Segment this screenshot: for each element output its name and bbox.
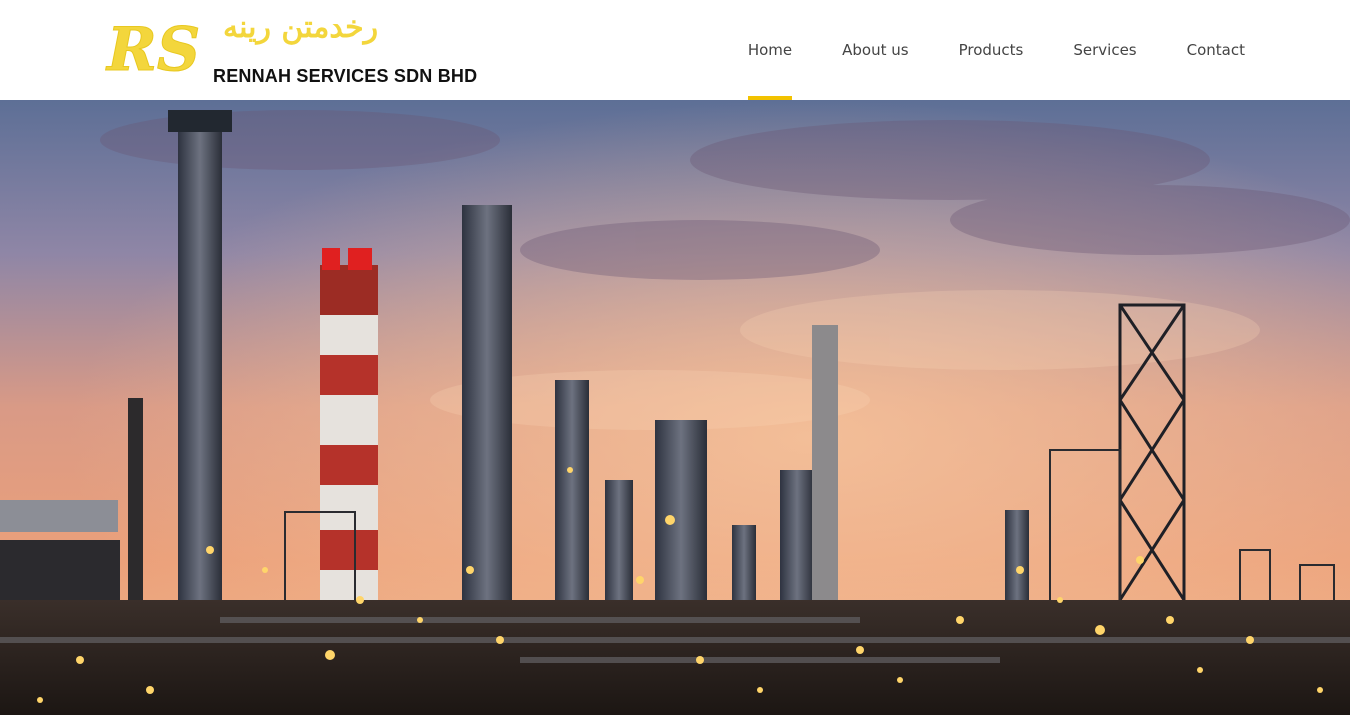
- nav-about-us[interactable]: About us: [842, 0, 908, 100]
- site-header: RS ﺭﺧﺪﻣﺘﻦ ﺭﻳﻨﻪ RENNAH SERVICES SDN BHD H…: [0, 0, 1350, 100]
- nav-home[interactable]: Home: [747, 0, 793, 100]
- main-navigation: Home About us Products Services Contact: [698, 0, 1245, 100]
- nav-services[interactable]: Services: [1073, 0, 1136, 100]
- company-logo[interactable]: RS ﺭﺧﺪﻣﺘﻦ ﺭﻳﻨﻪ RENNAH SERVICES SDN BHD: [105, 8, 485, 94]
- hero-banner-image: [0, 100, 1350, 715]
- nav-products[interactable]: Products: [959, 0, 1024, 100]
- logo-arabic-text: ﺭﺧﺪﻣﺘﻦ ﺭﻳﻨﻪ: [223, 10, 379, 45]
- nav-contact[interactable]: Contact: [1187, 0, 1245, 100]
- company-name: RENNAH SERVICES SDN BHD: [213, 66, 478, 86]
- rs-logo-mark: RS: [105, 15, 201, 86]
- svg-text:RS: RS: [105, 15, 200, 85]
